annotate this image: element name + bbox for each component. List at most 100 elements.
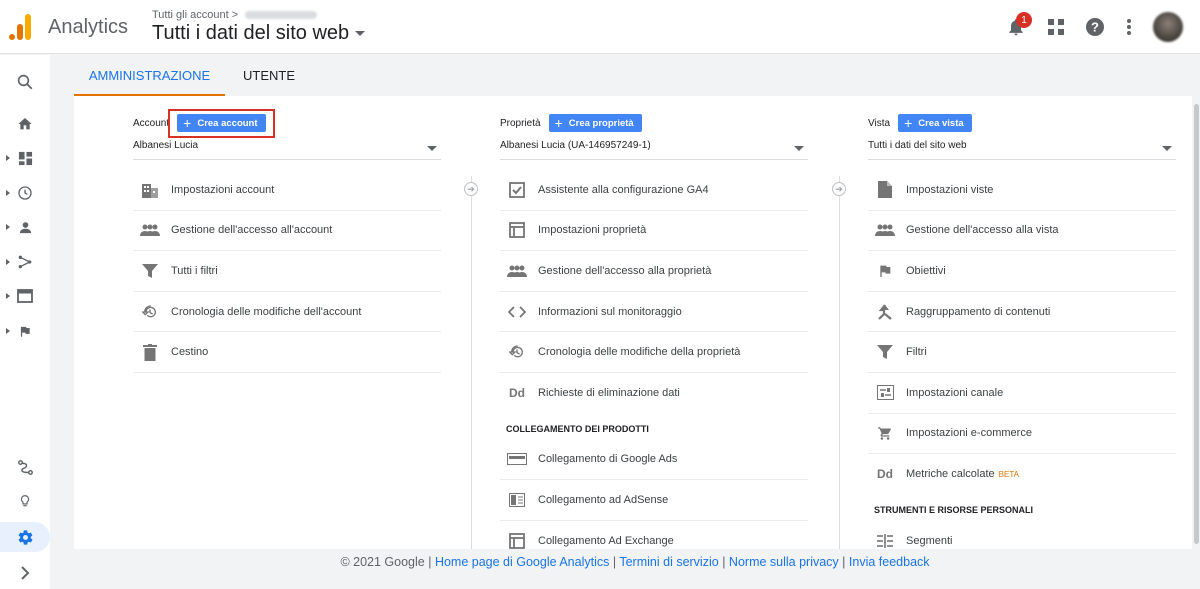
personal-tools-title: STRUMENTI E RISORSE PERSONALI — [874, 504, 1034, 515]
account-select[interactable]: Albanesi Lucia — [133, 140, 441, 160]
top-header: Analytics Tutti gli account > Tutti i da… — [0, 0, 1200, 54]
nav-admin[interactable] — [0, 522, 50, 552]
help-button[interactable]: ? — [1083, 15, 1107, 39]
property-link-label: Collegamento Ad Exchange — [538, 534, 674, 547]
more-options-button[interactable] — [1117, 15, 1141, 39]
dropdown-arrow-icon — [794, 146, 804, 151]
plus-icon: + — [554, 115, 563, 131]
view-item-label: Impostazioni viste — [906, 183, 994, 196]
nav-home[interactable] — [0, 109, 50, 139]
nav-realtime[interactable] — [0, 178, 50, 208]
footer-link-terms[interactable]: Termini di servizio — [619, 555, 718, 569]
tab-utente[interactable]: UTENTE — [234, 55, 304, 96]
nav-attribution[interactable] — [0, 452, 50, 482]
product-linking-title: COLLEGAMENTO DEI PRODOTTI — [506, 423, 649, 434]
nav-conversions[interactable] — [0, 316, 50, 346]
channel-icon — [874, 382, 896, 404]
nav-discover[interactable] — [0, 486, 50, 516]
view-item-ecommerce[interactable]: Impostazioni e-commerce — [868, 414, 1176, 455]
cart-icon — [874, 422, 896, 444]
property-item-ga4-assistant[interactable]: Assistente alla configurazione GA4 — [500, 170, 808, 211]
account-item-filters[interactable]: Tutti i filtri — [133, 251, 441, 292]
view-column: Vista + Crea vista Tutti i dati del sito… — [868, 96, 1176, 549]
tab-amministrazione[interactable]: AMMINISTRAZIONE — [74, 55, 225, 96]
expand-arrow-icon — [6, 155, 10, 161]
app-name[interactable]: Analytics — [48, 16, 128, 39]
account-item-label: Tutti i filtri — [171, 264, 218, 277]
person-icon — [19, 221, 31, 233]
view-item-channel-settings[interactable]: Impostazioni canale — [868, 373, 1176, 414]
apps-grid-icon — [1048, 19, 1064, 35]
people-icon — [139, 219, 161, 241]
svg-text:?: ? — [1091, 20, 1099, 35]
property-settings-list: Assistente alla configurazione GA4 Impos… — [500, 170, 808, 549]
nav-behavior[interactable] — [0, 281, 50, 311]
building-icon — [139, 179, 161, 201]
view-item-goals[interactable]: Obiettivi — [868, 251, 1176, 292]
nav-acquisition[interactable] — [0, 247, 50, 277]
history-icon — [139, 301, 161, 323]
notifications-button[interactable]: 1 — [1004, 12, 1032, 39]
view-select-value: Tutti i dati del sito web — [868, 140, 967, 151]
adsense-icon — [506, 489, 528, 511]
expand-arrow-icon — [6, 190, 10, 196]
property-select-value: Albanesi Lucia (UA-146957249-1) — [500, 140, 651, 151]
home-icon — [18, 118, 32, 130]
footer: © 2021 Google | Home page di Google Anal… — [74, 555, 1196, 569]
footer-link-privacy[interactable]: Norme sulla privacy — [729, 555, 839, 569]
view-item-calculated-metrics[interactable]: Dd Metriche calcolate BETA — [868, 454, 1176, 495]
analytics-logo-icon[interactable] — [9, 14, 33, 40]
property-item-tracking[interactable]: Informazioni sul monitoraggio — [500, 292, 808, 333]
property-link-google-ads[interactable]: Collegamento di Google Ads — [500, 440, 808, 481]
account-item-access[interactable]: Gestione dell'accesso all'account — [133, 211, 441, 252]
code-icon — [506, 301, 528, 323]
flag-icon — [20, 326, 30, 337]
property-item-data-deletion[interactable]: Dd Richieste di eliminazione dati — [500, 373, 808, 414]
nav-expand[interactable] — [0, 558, 50, 588]
property-item-label: Impostazioni proprietà — [538, 224, 647, 237]
nav-customization[interactable] — [0, 143, 50, 173]
view-item-settings[interactable]: Impostazioni viste — [868, 170, 1176, 211]
create-account-highlight-box — [168, 109, 275, 138]
property-item-label: Informazioni sul monitoraggio — [538, 305, 682, 318]
nav-audience[interactable] — [0, 212, 50, 242]
view-item-access[interactable]: Gestione dell'accesso alla vista — [868, 211, 1176, 252]
create-property-button[interactable]: + Crea proprietà — [548, 114, 642, 132]
apps-button[interactable] — [1044, 15, 1068, 39]
dd-icon: Dd — [877, 467, 893, 482]
property-link-ad-exchange[interactable]: Collegamento Ad Exchange — [500, 521, 808, 549]
filter-icon — [139, 260, 161, 282]
view-selector[interactable]: Tutti i dati del sito web — [152, 22, 366, 45]
view-item-label: Impostazioni e-commerce — [906, 427, 1032, 440]
column-divider — [471, 176, 472, 549]
property-column: Proprietà + Crea proprietà Albanesi Luci… — [500, 96, 808, 549]
scrollbar[interactable] — [1193, 96, 1200, 549]
lightbulb-icon — [20, 495, 30, 507]
view-tool-segments[interactable]: Segmenti — [868, 521, 1176, 549]
property-item-settings[interactable]: Impostazioni proprietà — [500, 211, 808, 252]
account-item-history[interactable]: Cronologia delle modifiche dell'account — [133, 292, 441, 333]
avatar[interactable] — [1153, 12, 1183, 42]
view-header: Vista + Crea vista — [868, 114, 972, 132]
view-select[interactable]: Tutti i dati del sito web — [868, 140, 1176, 160]
property-item-history[interactable]: Cronologia delle modifiche della proprie… — [500, 332, 808, 373]
account-item-trash[interactable]: Cestino — [133, 332, 441, 373]
notification-badge: 1 — [1016, 12, 1032, 28]
gear-icon — [18, 529, 32, 545]
view-item-label: Metriche calcolate — [906, 468, 995, 481]
account-item-settings[interactable]: Impostazioni account — [133, 170, 441, 211]
view-settings-list: Impostazioni viste Gestione dell'accesso… — [868, 170, 1176, 549]
property-link-adsense[interactable]: Collegamento ad AdSense — [500, 480, 808, 521]
property-link-label: Collegamento di Google Ads — [538, 453, 678, 466]
scrollbar-thumb[interactable] — [1194, 104, 1199, 544]
footer-link-home[interactable]: Home page di Google Analytics — [435, 555, 609, 569]
create-view-button[interactable]: + Crea vista — [898, 114, 972, 132]
footer-link-feedback[interactable]: Invia feedback — [849, 555, 930, 569]
property-item-access[interactable]: Gestione dell'accesso alla proprietà — [500, 251, 808, 292]
property-select[interactable]: Albanesi Lucia (UA-146957249-1) — [500, 140, 808, 160]
breadcrumb[interactable]: Tutti gli account > — [152, 9, 318, 21]
view-item-filters[interactable]: Filtri — [868, 332, 1176, 373]
account-settings-list: Impostazioni account Gestione dell'acces… — [133, 170, 441, 373]
nav-search[interactable] — [0, 67, 50, 97]
view-item-content-grouping[interactable]: Raggruppamento di contenuti — [868, 292, 1176, 333]
